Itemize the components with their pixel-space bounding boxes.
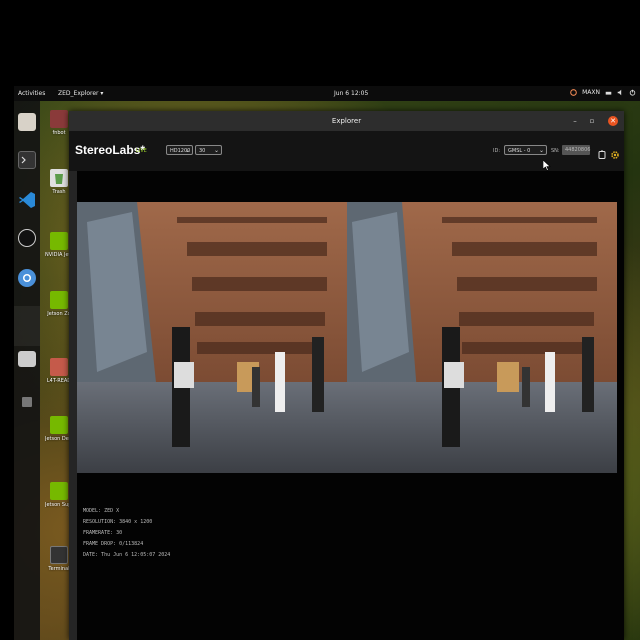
terminal-icon [50,546,68,564]
folder-icon [50,358,68,376]
nvidia-logo-icon [50,416,68,434]
left-camera-view [77,202,347,473]
resolution-select[interactable]: HD1200 ⌄ [166,145,193,155]
explorer-window: Explorer – ▫ ✕ StereoLabs* LIVE HD1200 ⌄… [69,111,624,640]
sn-label: SN: [551,148,560,154]
disk-icon[interactable] [18,351,36,367]
app-menu[interactable]: ZED_Explorer ▾ [58,90,103,97]
resolution-text: RESOLUTION: 3840 x 1200 [83,519,153,525]
id-label: ID: [493,148,501,154]
chromium-icon[interactable] [18,269,36,287]
stereo-video-feed [77,202,617,473]
stereolabs-logo: StereoLabs* [75,143,146,157]
volume-icon[interactable] [617,89,624,96]
terminal-icon[interactable] [18,151,36,169]
live-badge: LIVE [136,148,147,154]
close-icon[interactable]: ✕ [608,116,618,126]
files-icon[interactable] [18,113,36,131]
clock[interactable]: Jun 6 12:05 [334,90,368,97]
serial-number-field: 44820806 [562,145,590,155]
window-titlebar[interactable]: Explorer – ▫ ✕ [69,111,624,131]
obs-icon[interactable] [18,229,36,247]
explorer-toolbar: StereoLabs* LIVE HD1200 ⌄ 30 ⌄ ID: GMSL … [69,131,624,171]
nvidia-logo-icon [50,232,68,250]
nvidia-power-icon[interactable] [570,89,577,96]
dock-highlight [14,306,40,346]
system-tray[interactable]: MAXN [570,89,636,96]
chevron-down-icon: ⌄ [184,147,190,154]
record-icon[interactable] [597,145,607,159]
framerate-text: FRAMERATE: 30 [83,530,123,536]
dock [14,101,40,640]
top-bar: Activities ZED_Explorer ▾ Jun 6 12:05 MA… [14,86,640,101]
date-text: DATE: Thu Jun 6 12:05:07 2024 [83,552,171,558]
window-title: Explorer [331,117,362,125]
fps-select[interactable]: 30 ⌄ [195,145,222,155]
chevron-down-icon: ⌄ [213,147,219,154]
show-apps-icon[interactable] [22,397,32,407]
minimize-icon[interactable]: – [570,116,580,126]
camera-id-select[interactable]: GMSL - 0 ⌄ [504,145,547,155]
side-panel-strip [69,171,77,640]
maximize-icon[interactable]: ▫ [587,116,597,126]
model-text: MODEL: ZED X [83,508,120,514]
network-icon[interactable] [605,89,612,96]
nvidia-logo-icon [50,291,68,309]
trash-icon [50,169,68,187]
camera-info-overlay: MODEL: ZED X RESOLUTION: 3840 x 1200 FRA… [83,506,170,561]
frame-drop-text: FRAME DROP: 0/113824 [83,541,144,547]
power-mode-label: MAXN [582,89,600,96]
right-camera-view [347,202,617,473]
chevron-down-icon: ⌄ [538,147,544,154]
settings-gear-icon[interactable] [610,145,620,159]
home-folder-icon [50,110,68,128]
power-icon[interactable] [629,89,636,96]
activities-button[interactable]: Activities [18,90,45,97]
nvidia-logo-icon [50,482,68,500]
vscode-icon[interactable] [18,191,36,209]
